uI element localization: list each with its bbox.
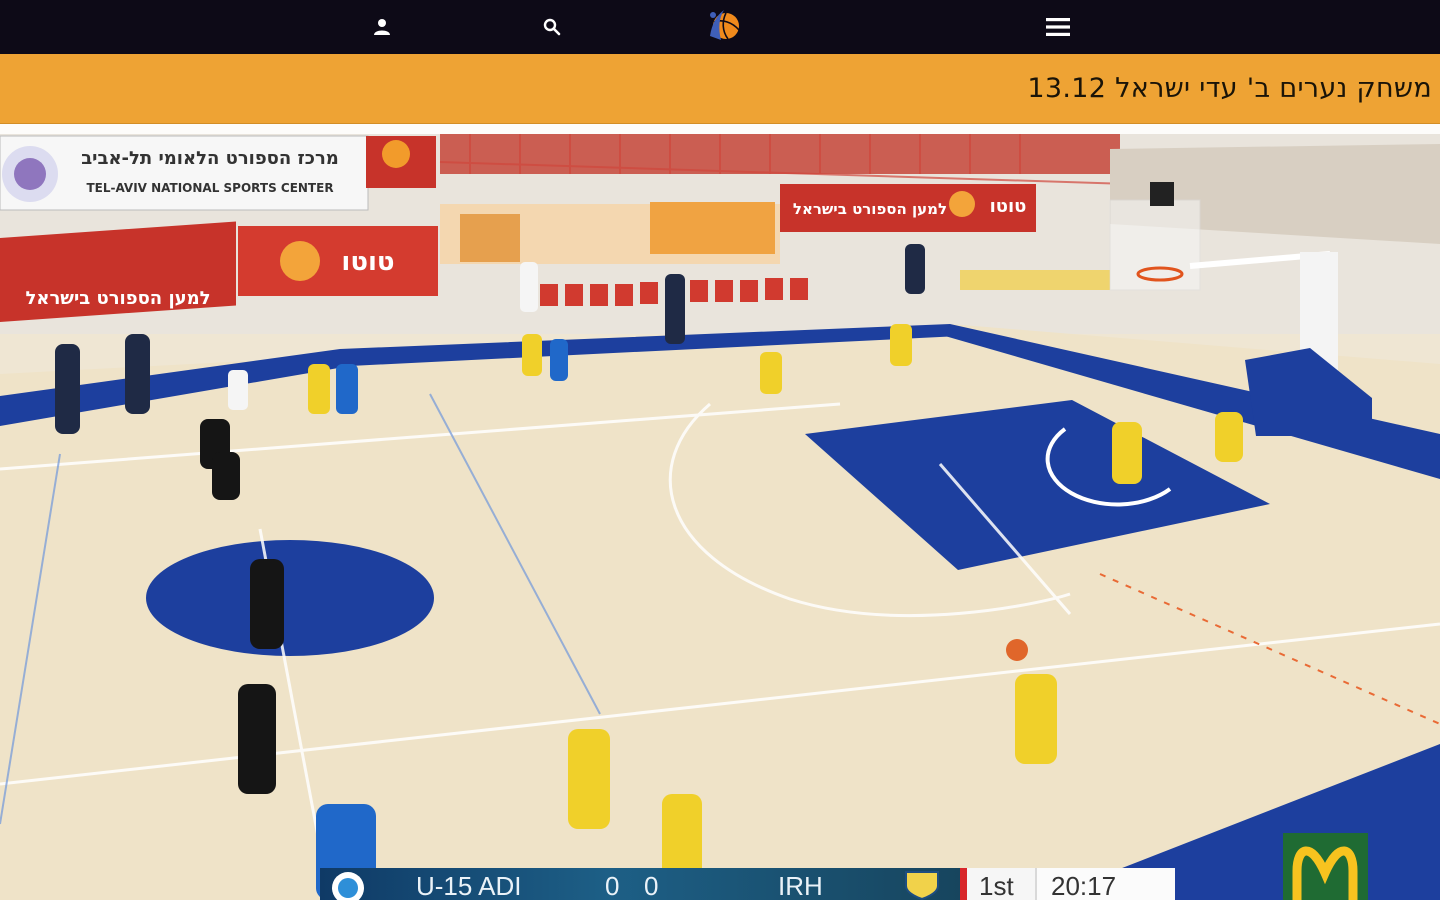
game-period: 1st <box>967 868 1035 900</box>
away-team-logo <box>905 871 939 900</box>
user-account-button[interactable] <box>362 0 402 54</box>
video-player[interactable]: מרכז הספורט הלאומי תל-אביב TEL-AVIV NATI… <box>0 134 1440 900</box>
home-team-logo <box>332 872 364 900</box>
hamburger-menu-icon <box>1046 18 1070 36</box>
sports-center-name-en: TEL-AVIV NATIONAL SPORTS CENTER <box>86 181 333 195</box>
scoreboard-divider <box>960 868 967 900</box>
mcdonalds-logo <box>1283 833 1368 900</box>
home-team-score: 0 <box>605 871 620 900</box>
separator <box>0 124 1440 134</box>
toto-slogan-left: למען הספורט בישראל <box>25 288 210 309</box>
away-team-name: IRH <box>778 871 823 900</box>
sports-center-name-he: מרכז הספורט הלאומי תל-אביב <box>81 148 339 169</box>
scoreboard-teams: U-15 ADI 0 0 IRH <box>320 868 960 900</box>
toto-brand-right: טוטו <box>990 196 1027 217</box>
search-icon <box>543 18 561 36</box>
video-title: משחק נערים ב' עדי ישראל 13.12 <box>1027 73 1432 104</box>
basketball-logo <box>710 10 740 40</box>
game-clock: 20:17 <box>1035 868 1175 900</box>
main-menu-button[interactable] <box>1038 0 1078 54</box>
toto-banner-center <box>238 226 438 296</box>
golden-arches-icon <box>1292 846 1358 900</box>
top-nav-bar <box>0 0 1440 54</box>
toto-brand-center: טוטו <box>341 247 394 277</box>
toto-slogan-right: למען הספורט בישראל <box>793 200 947 218</box>
search-button[interactable] <box>532 0 572 54</box>
basketball-court-scene: מרכז הספורט הלאומי תל-אביב TEL-AVIV NATI… <box>0 134 1440 900</box>
center-circle <box>146 540 434 656</box>
video-title-banner: משחק נערים ב' עדי ישראל 13.12 <box>0 54 1440 124</box>
backboard <box>1109 199 1201 291</box>
away-team-score: 0 <box>644 871 659 900</box>
home-logo-link[interactable] <box>700 0 744 54</box>
user-icon <box>374 19 390 35</box>
home-team-name: U-15 ADI <box>416 871 522 900</box>
scoreboard-overlay: U-15 ADI 0 0 IRH 1st 20:17 <box>320 868 1175 900</box>
basketball <box>1006 639 1028 661</box>
